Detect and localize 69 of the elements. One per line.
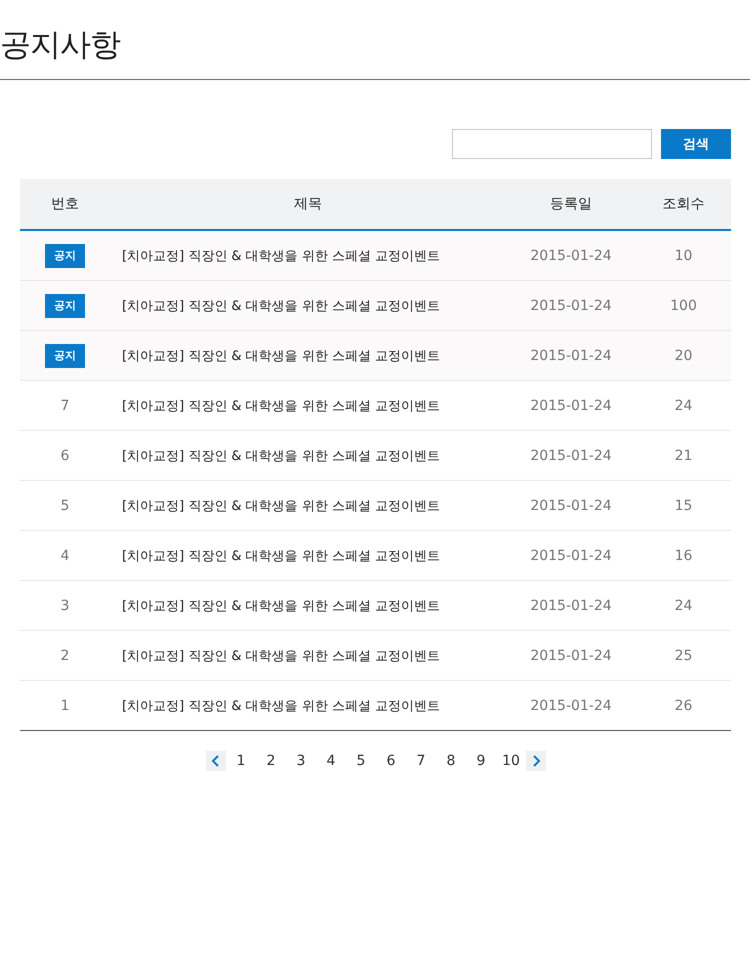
view-count: 21 — [674, 448, 694, 464]
view-count: 10 — [674, 248, 694, 264]
post-title[interactable]: [치아교정] 직장인 & 대학생을 위한 스페셜 교정이벤트 — [110, 596, 506, 614]
page-link[interactable]: 4 — [316, 753, 346, 769]
post-title[interactable]: [치아교정] 직장인 & 대학생을 위한 스페셜 교정이벤트 — [110, 696, 506, 714]
post-row[interactable]: 2 [치아교정] 직장인 & 대학생을 위한 스페셜 교정이벤트 2015-01-24 25 — [20, 631, 731, 681]
column-header: 번호 — [50, 195, 80, 213]
page-link[interactable]: 9 — [466, 753, 496, 769]
post-row[interactable]: 7 [치아교정] 직장인 & 대학생을 위한 스페셜 교정이벤트 2015-01-24 24 — [20, 381, 731, 431]
post-title[interactable]: [치아교정] 직장인 & 대학생을 위한 스페셜 교정이벤트 — [110, 246, 506, 264]
post-title[interactable]: [치아교정] 직장인 & 대학생을 위한 스페셜 교정이벤트 — [110, 396, 506, 414]
view-count: 24 — [674, 598, 694, 614]
post-row[interactable]: 5 [치아교정] 직장인 & 대학생을 위한 스페셜 교정이벤트 2015-01-24 15 — [20, 481, 731, 531]
notice-row[interactable]: 공지 [치아교정] 직장인 & 대학생을 위한 스페셜 교정이벤트 2015-01-24 20 — [20, 331, 731, 381]
post-number: 2 — [60, 648, 70, 664]
post-date: 2015-01-24 — [529, 298, 613, 314]
view-count: 26 — [674, 698, 694, 714]
notice-badge: 공지 — [45, 344, 85, 368]
post-date: 2015-01-24 — [529, 698, 613, 714]
view-count: 15 — [674, 498, 694, 514]
post-title[interactable]: [치아교정] 직장인 & 대학생을 위한 스페셜 교정이벤트 — [110, 546, 506, 564]
post-date: 2015-01-24 — [529, 398, 613, 414]
view-count: 20 — [674, 348, 694, 364]
post-number: 7 — [60, 398, 70, 414]
view-count: 16 — [674, 548, 694, 564]
post-date: 2015-01-24 — [529, 598, 613, 614]
view-count: 24 — [674, 398, 694, 414]
column-header: 제목 — [293, 195, 323, 213]
page-link[interactable]: 8 — [436, 753, 466, 769]
post-row[interactable]: 3 [치아교정] 직장인 & 대학생을 위한 스페셜 교정이벤트 2015-01-24 24 — [20, 581, 731, 631]
post-number: 4 — [60, 548, 70, 564]
post-date: 2015-01-24 — [529, 548, 613, 564]
post-title[interactable]: [치아교정] 직장인 & 대학생을 위한 스페셜 교정이벤트 — [110, 646, 506, 664]
post-title[interactable]: [치아교정] 직장인 & 대학생을 위한 스페셜 교정이벤트 — [110, 496, 506, 514]
post-date: 2015-01-24 — [529, 648, 613, 664]
notice-badge: 공지 — [45, 244, 85, 268]
post-title[interactable]: [치아교정] 직장인 & 대학생을 위한 스페셜 교정이벤트 — [110, 446, 506, 464]
post-date: 2015-01-24 — [529, 248, 613, 264]
page-title: 공지사항 — [0, 26, 122, 65]
previous-page-button[interactable] — [206, 751, 226, 771]
post-number: 1 — [60, 698, 70, 714]
post-row[interactable]: 6 [치아교정] 직장인 & 대학생을 위한 스페셜 교정이벤트 2015-01-24 21 — [20, 431, 731, 481]
post-date: 2015-01-24 — [529, 348, 613, 364]
search-field[interactable] — [452, 129, 652, 159]
post-number: 3 — [60, 598, 70, 614]
search-button[interactable]: 검색 — [661, 129, 731, 159]
post-title[interactable]: [치아교정] 직장인 & 대학생을 위한 스페셜 교정이벤트 — [110, 346, 506, 364]
page-link[interactable]: 6 — [376, 753, 406, 769]
post-title[interactable]: [치아교정] 직장인 & 대학생을 위한 스페셜 교정이벤트 — [110, 296, 506, 314]
post-row[interactable]: 4 [치아교정] 직장인 & 대학생을 위한 스페셜 교정이벤트 2015-01-24 16 — [20, 531, 731, 581]
post-date: 2015-01-24 — [529, 448, 613, 464]
page-link[interactable]: 5 — [346, 753, 376, 769]
column-header: 조회수 — [662, 195, 706, 213]
page-link[interactable]: 10 — [496, 753, 526, 769]
page-link[interactable]: 3 — [286, 753, 316, 769]
post-row[interactable]: 1 [치아교정] 직장인 & 대학생을 위한 스페셜 교정이벤트 2015-01-24 26 — [20, 681, 731, 730]
notice-row[interactable]: 공지 [치아교정] 직장인 & 대학생을 위한 스페셜 교정이벤트 2015-01-24 100 — [20, 281, 731, 331]
view-count: 25 — [674, 648, 694, 664]
post-number: 6 — [60, 448, 70, 464]
view-count: 100 — [669, 298, 698, 314]
page-link[interactable]: 7 — [406, 753, 436, 769]
post-date: 2015-01-24 — [529, 498, 613, 514]
notice-badge: 공지 — [45, 294, 85, 318]
page-link[interactable]: 1 — [226, 753, 256, 769]
notice-row[interactable]: 공지 [치아교정] 직장인 & 대학생을 위한 스페셜 교정이벤트 2015-01-24 10 — [20, 231, 731, 281]
next-page-button[interactable] — [526, 751, 546, 771]
page-link[interactable]: 2 — [256, 753, 286, 769]
column-header: 등록일 — [549, 195, 593, 213]
post-number: 5 — [60, 498, 70, 514]
